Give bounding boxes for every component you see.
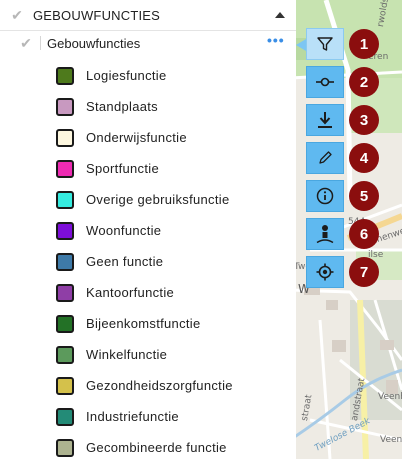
legend-label: Logiesfunctie <box>86 68 167 83</box>
step-number-badge: 3 <box>349 105 379 135</box>
step-number-badge: 4 <box>349 143 379 173</box>
legend-item: Geen functie <box>56 246 233 277</box>
legend-swatch <box>56 128 74 147</box>
legend-label: Industriefunctie <box>86 409 179 424</box>
step-number-badge: 5 <box>349 181 379 211</box>
info-button[interactable] <box>306 180 344 212</box>
more-options-icon[interactable]: ••• <box>267 33 285 47</box>
legend-item: Overige gebruiksfunctie <box>56 184 233 215</box>
step-number-badge: 7 <box>349 257 379 287</box>
filter-button[interactable] <box>306 28 344 60</box>
checkmark-icon[interactable]: ✔ <box>7 7 27 24</box>
legend-swatch <box>56 283 74 302</box>
filter-icon <box>317 36 333 52</box>
legend-label: Standplaats <box>86 99 158 114</box>
legend-swatch <box>56 252 74 271</box>
legend-label: Woonfunctie <box>86 223 162 238</box>
legend-item: Winkelfunctie <box>56 339 233 370</box>
legend-swatch <box>56 376 74 395</box>
legend-list: Logiesfunctie Standplaats Onderwijsfunctie… <box>56 60 233 463</box>
layer-group-title: GEBOUWFUNCTIES <box>33 7 161 23</box>
legend-label: Kantoorfunctie <box>86 285 175 300</box>
step-number-badge: 2 <box>349 67 379 97</box>
commit-icon <box>316 75 334 89</box>
legend-swatch <box>56 221 74 240</box>
step-number-badge: 1 <box>349 29 379 59</box>
map-label: Veenh <box>378 392 402 402</box>
legend-item: Standplaats <box>56 91 233 122</box>
person-button[interactable] <box>306 218 344 250</box>
download-button[interactable] <box>306 104 344 136</box>
legend-item: Onderwijsfunctie <box>56 122 233 153</box>
legend-label: Geen functie <box>86 254 164 269</box>
checkmark-icon[interactable]: ✔ <box>16 35 36 52</box>
divider <box>40 36 41 50</box>
edit-button[interactable] <box>306 142 344 174</box>
legend-item: Sportfunctie <box>56 153 233 184</box>
legend-label: Winkelfunctie <box>86 347 168 362</box>
legend-item: Kantoorfunctie <box>56 277 233 308</box>
sublayer-row[interactable]: ✔ Gebouwfuncties <box>0 33 296 53</box>
caret-up-icon[interactable] <box>275 12 285 18</box>
legend-swatch <box>56 407 74 426</box>
legend-item: Gecombineerde functie <box>56 432 233 463</box>
legend-label: Sportfunctie <box>86 161 159 176</box>
legend-swatch <box>56 190 74 209</box>
person-icon <box>316 224 334 244</box>
legend-item: Industriefunctie <box>56 401 233 432</box>
commit-button[interactable] <box>306 66 344 98</box>
layer-panel: ✔ GEBOUWFUNCTIES ✔ Gebouwfuncties ••• Lo… <box>0 0 296 459</box>
legend-swatch <box>56 97 74 116</box>
legend-swatch <box>56 438 74 457</box>
legend-swatch <box>56 314 74 333</box>
legend-label: Gecombineerde functie <box>86 440 227 455</box>
legend-item: Woonfunctie <box>56 215 233 246</box>
legend-item: Bijeenkomstfunctie <box>56 308 233 339</box>
legend-item: Gezondheidszorgfunctie <box>56 370 233 401</box>
legend-swatch <box>56 66 74 85</box>
download-icon <box>317 111 333 129</box>
legend-label: Overige gebruiksfunctie <box>86 192 230 207</box>
locate-icon <box>316 263 334 281</box>
map-label: Veenhu <box>380 435 402 445</box>
toolbar-pointer <box>296 39 306 51</box>
legend-label: Bijeenkomstfunctie <box>86 316 201 331</box>
locate-button[interactable] <box>306 256 344 288</box>
info-icon <box>316 187 334 205</box>
step-number-badge: 6 <box>349 219 379 249</box>
legend-label: Gezondheidszorgfunctie <box>86 378 233 393</box>
pencil-icon <box>317 150 333 166</box>
legend-item: Logiesfunctie <box>56 60 233 91</box>
sublayer-title: Gebouwfuncties <box>47 35 141 51</box>
legend-label: Onderwijsfunctie <box>86 130 187 145</box>
legend-swatch <box>56 345 74 364</box>
layer-group-header[interactable]: ✔ GEBOUWFUNCTIES <box>0 0 296 31</box>
legend-swatch <box>56 159 74 178</box>
